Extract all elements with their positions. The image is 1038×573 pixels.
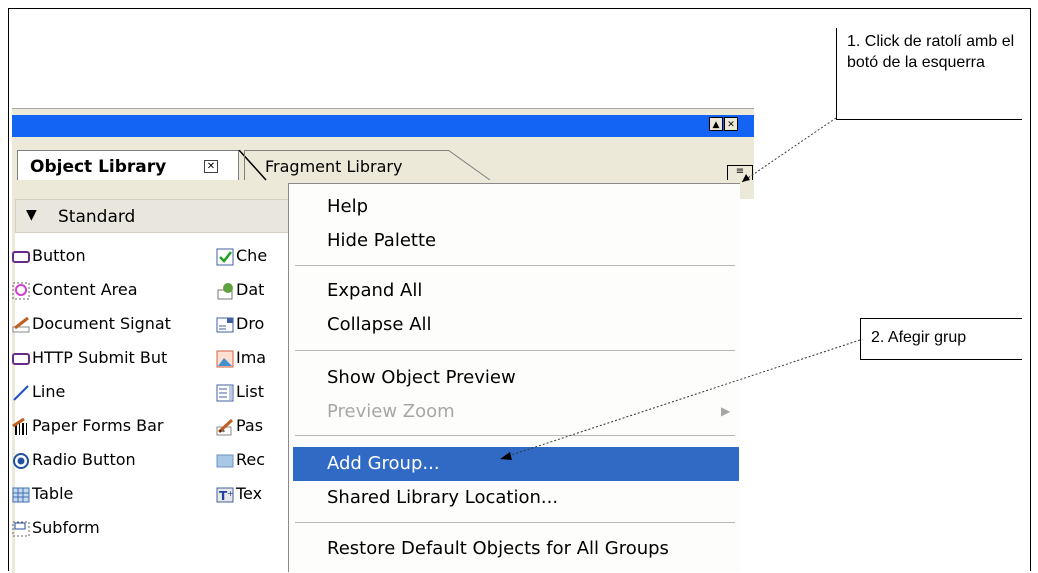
callout-leaders bbox=[500, 117, 861, 460]
